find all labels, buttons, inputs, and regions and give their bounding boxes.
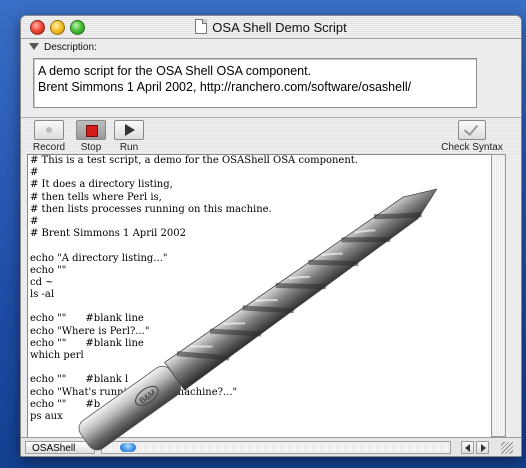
description-disclosure[interactable]: Description: (29, 42, 97, 53)
play-icon (125, 124, 135, 136)
scroll-thumb[interactable] (120, 443, 136, 452)
title-bar[interactable]: OSA Shell Demo Script (21, 16, 521, 39)
code-line: echo "" #blank line (30, 337, 144, 349)
description-line: Brent Simmons 1 April 2002, http://ranch… (38, 80, 412, 94)
description-label: Description: (44, 42, 97, 53)
check-syntax-frame[interactable] (458, 120, 486, 140)
code-line: cd ~ (30, 276, 54, 288)
check-syntax-button[interactable]: Check Syntax (427, 120, 517, 153)
scroll-left-arrow-icon[interactable] (461, 441, 474, 454)
horizontal-scrollbar[interactable] (101, 441, 451, 454)
script-window: OSA Shell Demo Script Description: A dem… (20, 15, 522, 457)
code-line: ps aux (30, 410, 63, 422)
code-line: which perl (30, 350, 84, 361)
stop-button-frame[interactable] (76, 120, 106, 140)
code-line: # Brent Simmons 1 April 2002 (30, 228, 186, 240)
code-line: echo "A directory listing..." (30, 252, 168, 264)
record-button-frame[interactable] (34, 120, 64, 140)
code-line: echo "" #blank l (30, 374, 129, 386)
checkmark-icon (463, 120, 479, 137)
description-line: A demo script for the OSA Shell OSA comp… (38, 64, 312, 78)
run-label: Run (119, 142, 139, 153)
stop-label: Stop (80, 142, 102, 153)
record-icon (46, 127, 52, 133)
code-line: # then lists processes running on this m… (30, 203, 272, 215)
code-line: echo "" (30, 264, 67, 276)
window-title-wrap: OSA Shell Demo Script (21, 19, 521, 35)
code-line: # (30, 167, 39, 179)
code-line: # (30, 215, 39, 227)
window-title: OSA Shell Demo Script (212, 20, 347, 35)
run-button-frame[interactable] (114, 120, 144, 140)
record-button[interactable]: Record (31, 120, 67, 153)
vertical-scrollbar[interactable] (491, 154, 506, 437)
disclosure-triangle-icon[interactable] (29, 43, 39, 50)
language-popup[interactable]: OSAShell (25, 441, 95, 454)
record-label: Record (32, 142, 66, 153)
code-line: ls -al (30, 289, 55, 301)
code-line: echo "Where is Perl?..." (30, 325, 150, 337)
code-line: echo "" #b (30, 398, 101, 410)
scroll-right-arrow-icon[interactable] (476, 441, 489, 454)
document-icon (195, 19, 208, 34)
stop-icon (86, 125, 98, 137)
check-syntax-label: Check Syntax (441, 142, 503, 153)
code-line: # then tells where Perl is, (30, 191, 162, 203)
code-line: echo "What's runnin machine?..." (30, 386, 238, 398)
status-bar: OSAShell (21, 437, 521, 456)
resize-grip-icon[interactable] (501, 442, 513, 454)
run-button[interactable]: Run (111, 120, 147, 153)
code-line: # It does a directory listing, (30, 179, 173, 191)
code-line: echo "" #blank line (30, 313, 144, 325)
code-line: # This is a test script, a demo for the … (30, 155, 358, 166)
stop-button[interactable]: Stop (73, 120, 109, 153)
description-field[interactable]: A demo script for the OSA Shell OSA comp… (33, 58, 477, 108)
script-editor[interactable]: # This is a test script, a demo for the … (27, 154, 493, 439)
